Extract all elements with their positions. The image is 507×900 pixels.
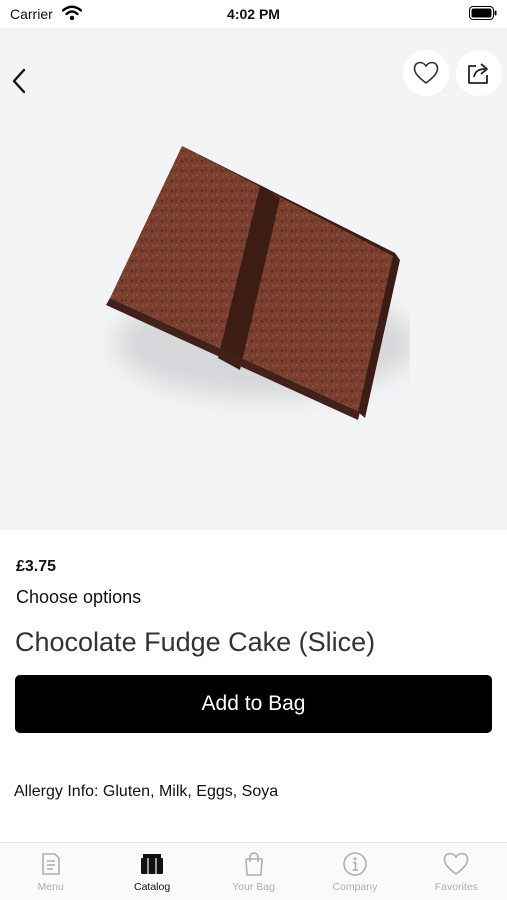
tab-favorites-label: Favorites	[434, 881, 478, 893]
battery-icon	[469, 6, 497, 25]
back-button[interactable]	[6, 64, 32, 98]
cake-slice-image	[106, 146, 410, 420]
product-image-area	[0, 28, 507, 530]
heart-icon	[413, 61, 439, 85]
tab-bar: Menu Catalog Your Bag Company Favorites	[0, 842, 507, 900]
tab-menu[interactable]: Menu	[0, 843, 101, 900]
tab-favorites[interactable]: Favorites	[406, 843, 507, 900]
heart-icon	[444, 852, 469, 876]
share-button[interactable]	[456, 50, 502, 96]
tab-company-label: Company	[332, 881, 378, 893]
tab-your-bag[interactable]: Your Bag	[203, 843, 304, 900]
menu-book-icon	[41, 853, 60, 875]
tab-catalog[interactable]: Catalog	[101, 843, 202, 900]
tab-catalog-label: Catalog	[134, 881, 171, 893]
status-time: 4:02 PM	[227, 6, 280, 22]
bag-icon	[244, 852, 263, 876]
tab-your-bag-label: Your Bag	[232, 881, 275, 893]
favorite-button[interactable]	[403, 50, 449, 96]
product-title: Chocolate Fudge Cake (Slice)	[15, 627, 376, 657]
catalog-box-icon	[141, 854, 164, 874]
tab-company[interactable]: Company	[304, 843, 405, 900]
choose-options-link[interactable]: Choose options	[16, 587, 141, 608]
status-bar: Carrier 4:02 PM	[0, 0, 507, 28]
chevron-left-icon	[12, 68, 26, 94]
info-icon	[343, 852, 367, 876]
product-price: £3.75	[16, 558, 57, 575]
add-to-bag-button[interactable]: Add to Bag	[15, 675, 492, 733]
allergy-info: Allergy Info: Gluten, Milk, Eggs, Soya	[14, 783, 279, 800]
tab-menu-label: Menu	[37, 881, 64, 893]
share-icon	[468, 63, 488, 84]
